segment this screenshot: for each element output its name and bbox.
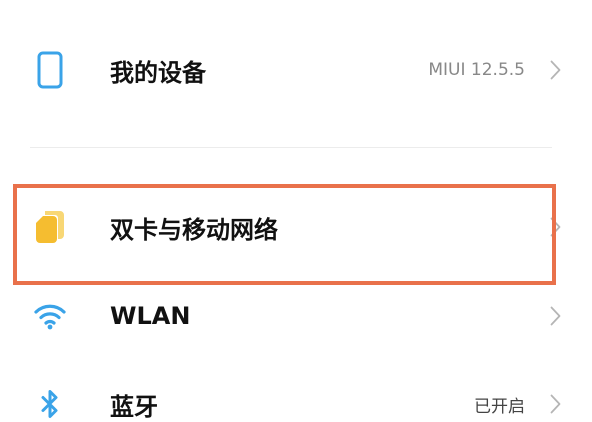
- sim-card-icon: [30, 197, 70, 257]
- settings-item-dual-sim[interactable]: 双卡与移动网络: [0, 197, 592, 257]
- chevron-right-icon: [550, 217, 561, 237]
- section-divider: [30, 147, 552, 148]
- settings-item-bluetooth[interactable]: 蓝牙 已开启: [0, 386, 592, 422]
- phone-icon: [30, 40, 70, 100]
- settings-item-label: 蓝牙: [110, 392, 158, 421]
- settings-screen: 我的设备 MIUI 12.5.5 双卡与移动网络 WLAN 蓝牙 已开启: [0, 0, 592, 422]
- system-version-value: MIUI 12.5.5: [428, 60, 525, 80]
- settings-item-wlan[interactable]: WLAN: [0, 288, 592, 344]
- settings-item-my-device[interactable]: 我的设备 MIUI 12.5.5: [0, 40, 592, 100]
- bluetooth-status-value: 已开启: [474, 396, 525, 417]
- chevron-right-icon: [550, 306, 561, 326]
- settings-item-label: 我的设备: [110, 58, 206, 87]
- settings-item-label: 双卡与移动网络: [110, 215, 278, 244]
- chevron-right-icon: [550, 60, 561, 80]
- chevron-right-icon: [550, 394, 561, 414]
- wifi-icon: [30, 288, 70, 344]
- bluetooth-icon: [30, 386, 70, 422]
- settings-item-label: WLAN: [110, 302, 191, 330]
